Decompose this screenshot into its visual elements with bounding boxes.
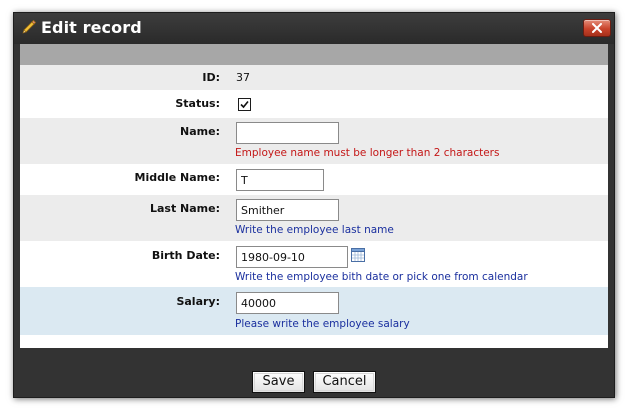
name-error: Employee name must be longer than 2 char… [235,147,500,159]
dialog-title: Edit record [41,18,142,37]
name-label: Name: [180,125,220,138]
last-name-row: Last Name: Write the employee last name [20,195,608,241]
name-row: Name: Employee name must be longer than … [20,118,608,164]
save-button[interactable]: Save [252,371,305,393]
status-row: Status: [20,90,608,118]
birth-date-hint: Write the employee bith date or pick one… [235,271,528,283]
middle-name-label: Middle Name: [134,171,220,184]
calendar-icon[interactable] [351,247,365,262]
salary-input[interactable] [236,292,339,314]
dialog-footer: Save Cancel [20,348,608,397]
last-name-label: Last Name: [149,202,220,215]
middle-name-row: Middle Name: [20,164,608,195]
name-input[interactable] [236,122,339,144]
id-row: ID: 37 [20,65,608,90]
salary-row: Salary: Please write the employee salary [20,287,608,335]
form-header-bar [20,44,608,65]
birth-date-label: Birth Date: [151,249,220,262]
salary-label: Salary: [176,295,220,308]
id-value: 37 [236,71,250,84]
close-icon [592,23,602,33]
status-label: Status: [175,97,220,110]
id-label: ID: [202,71,220,84]
last-name-hint: Write the employee last name [235,224,394,236]
birth-date-row: Birth Date: Write the employee bith date… [20,241,608,287]
cancel-button[interactable]: Cancel [313,371,376,393]
dialog-titlebar[interactable]: Edit record [14,13,614,44]
middle-name-input[interactable] [236,169,324,191]
close-button[interactable] [583,19,611,37]
edit-record-dialog: Edit record ID: 37 Status: Name: Employe… [13,12,615,398]
form-body: ID: 37 Status: Name: Employee name must … [20,44,608,348]
checkmark-icon [240,100,249,109]
salary-hint: Please write the employee salary [235,318,410,330]
birth-date-input[interactable] [236,246,348,268]
last-name-input[interactable] [236,199,339,221]
status-checkbox[interactable] [238,98,251,111]
pencil-icon [21,18,37,34]
